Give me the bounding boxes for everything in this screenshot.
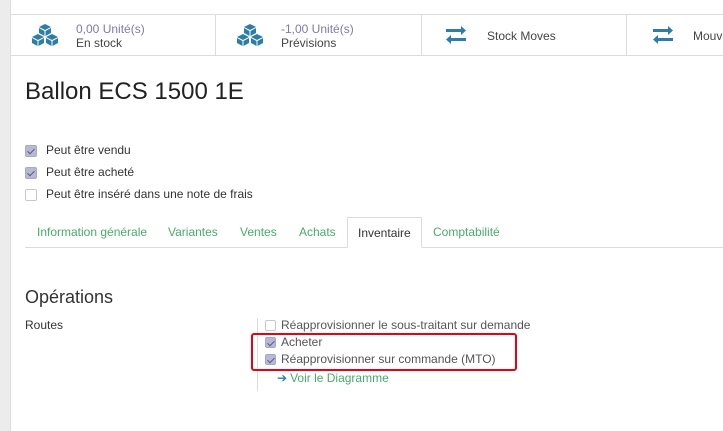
checkbox-box[interactable]: [25, 189, 37, 201]
forecast-label: Prévisions: [281, 36, 337, 50]
on-hand-label: En stock: [76, 36, 123, 50]
exchange-icon: [651, 26, 675, 44]
tab-general-information[interactable]: Information générale: [27, 217, 157, 247]
view-diagram-label: Voir le Diagramme: [290, 371, 389, 385]
stat-button-forecast[interactable]: -1,00 Unité(s) Prévisions: [216, 15, 422, 55]
tab-sales[interactable]: Ventes: [230, 217, 287, 247]
checkbox-label: Peut être inséré dans une note de frais: [46, 187, 253, 201]
checkbox-label: Peut être vendu: [46, 143, 131, 157]
notebook-tabs: Information générale Variantes Ventes Ac…: [25, 217, 723, 248]
stat-button-on-hand[interactable]: 0,00 Unité(s) En stock: [11, 15, 216, 55]
tab-accounting[interactable]: Comptabilité: [423, 217, 510, 247]
form-sheet: 0,00 Unité(s) En stock -1,00 Unité(s) Pr…: [10, 0, 723, 431]
route-label: Réapprovisionner le sous-traitant sur de…: [281, 318, 531, 332]
forecast-value: -1,00 Unité(s): [281, 22, 354, 36]
checkbox-box[interactable]: [25, 167, 37, 179]
checkbox-box[interactable]: [25, 145, 37, 157]
moves-label: Mouve: [693, 29, 723, 43]
cubes-icon: [31, 23, 59, 47]
tab-purchase[interactable]: Achats: [289, 217, 346, 247]
checkbox-label: Peut être acheté: [46, 165, 135, 179]
product-title: Ballon ECS 1500 1E: [25, 78, 244, 105]
on-hand-value: 0,00 Unité(s): [76, 22, 145, 36]
operations-heading: Opérations: [25, 287, 114, 307]
cubes-icon: [236, 23, 264, 47]
tab-variants[interactable]: Variantes: [158, 217, 228, 247]
stock-moves-label: Stock Moves: [487, 29, 556, 43]
annotation-highlight-box: [251, 333, 517, 371]
arrow-right-icon: ➔: [277, 371, 288, 385]
view-diagram-link[interactable]: ➔ Voir le Diagramme: [277, 371, 389, 385]
route-checkbox[interactable]: [265, 320, 276, 331]
stat-button-moves[interactable]: Mouve: [627, 15, 723, 55]
stat-button-stock-moves[interactable]: Stock Moves: [422, 15, 627, 55]
exchange-icon: [444, 26, 468, 44]
routes-label: Routes: [25, 318, 64, 332]
stat-button-bar: 0,00 Unité(s) En stock -1,00 Unité(s) Pr…: [11, 14, 723, 56]
tab-inventory[interactable]: Inventaire: [347, 217, 422, 248]
